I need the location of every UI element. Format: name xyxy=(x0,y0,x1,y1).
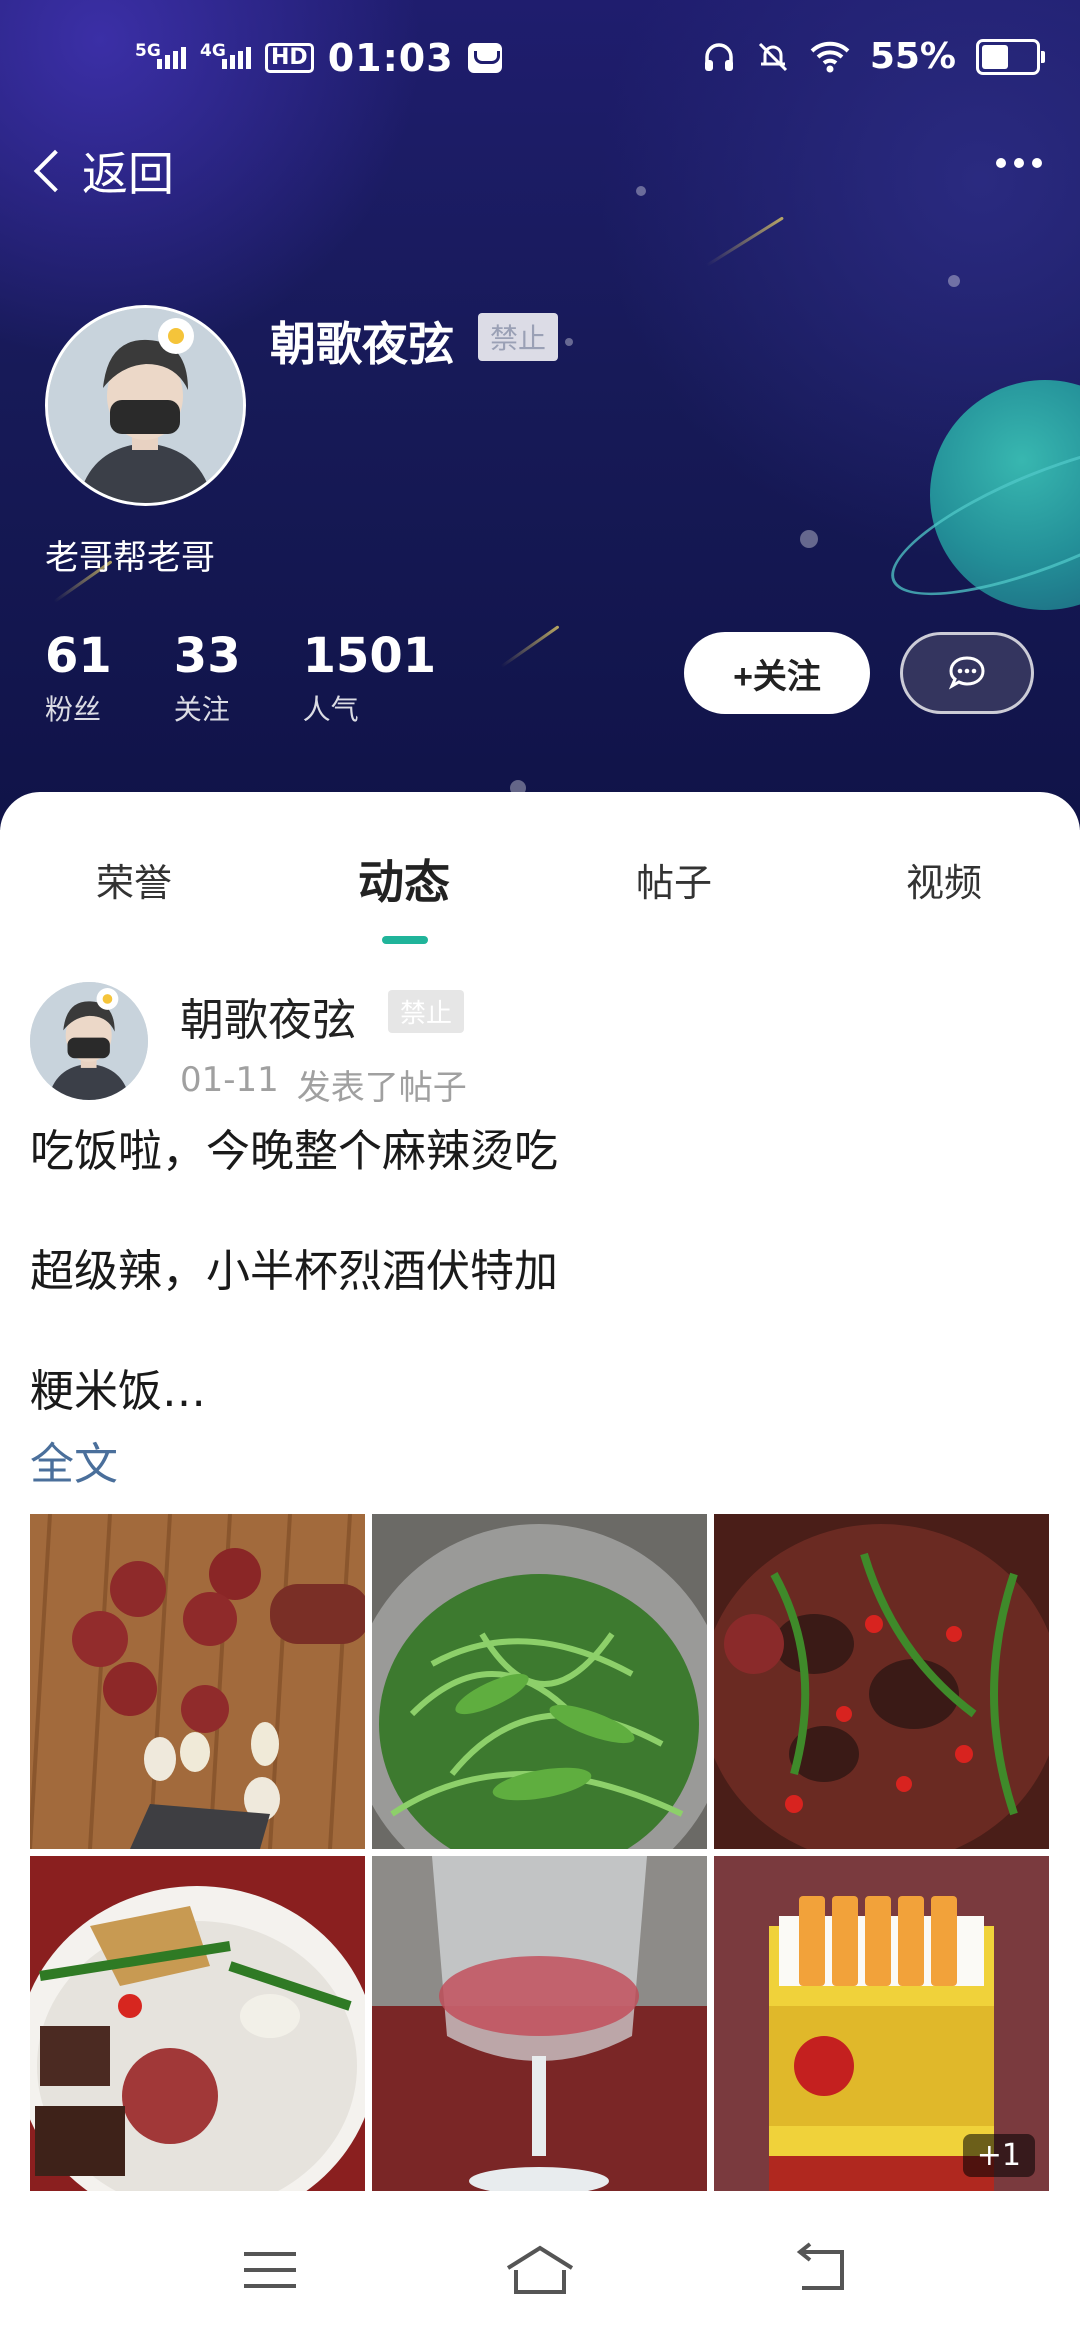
photo-wine-glass xyxy=(372,1856,707,2191)
chat-bubble-icon xyxy=(948,656,985,690)
battery-icon xyxy=(976,38,1045,75)
profile-stats: 61 粉丝 33 关注 1501 人气 xyxy=(45,628,498,728)
home-icon[interactable] xyxy=(500,2240,580,2300)
network-type-label: 5G xyxy=(135,41,161,61)
shooting-star xyxy=(706,216,784,267)
active-tab-indicator xyxy=(382,936,428,944)
post-body[interactable]: 吃饭啦，今晚整个麻辣烫吃 超级辣，小半杯烈酒伏特加 粳米饭… xyxy=(30,1122,1050,1422)
star-decoration xyxy=(565,338,573,346)
more-images-badge: +1 xyxy=(962,2134,1035,2177)
photo-green-vegetables xyxy=(372,1514,707,1849)
menu-icon[interactable] xyxy=(230,2240,310,2300)
hd-voice-icon: HD xyxy=(265,43,314,73)
post-image-greens[interactable] xyxy=(372,1514,707,1849)
ban-status-badge: 禁止 xyxy=(478,313,559,361)
post-image-grid: +1 xyxy=(30,1514,1050,2191)
stat-value: 1501 xyxy=(302,628,437,684)
mute-bell-icon xyxy=(758,42,787,71)
photo-rice-meal xyxy=(30,1856,365,2191)
post-image-hotpot[interactable] xyxy=(714,1514,1049,1849)
wifi-icon xyxy=(810,41,850,72)
post-action: 发表了帖子 xyxy=(296,1068,467,1108)
post-line: 吃饭啦，今晚整个麻辣烫吃 xyxy=(30,1126,558,1177)
system-nav-bar xyxy=(0,2200,1080,2340)
profile-avatar[interactable] xyxy=(45,305,246,506)
notification-app-icon xyxy=(467,43,502,73)
status-time: 01:03 xyxy=(327,36,454,80)
battery-fill xyxy=(982,44,1008,69)
signal-5g-icon: 5G xyxy=(135,41,186,69)
back-button[interactable]: 返回 xyxy=(28,138,174,204)
stat-value: 33 xyxy=(173,628,241,684)
tab-honors[interactable]: 荣誉 xyxy=(96,852,172,907)
message-button[interactable] xyxy=(900,632,1034,714)
post-meta: 01-11 发表了帖子 xyxy=(180,1060,467,1109)
post-author-name[interactable]: 朝歌夜弦 xyxy=(180,984,356,1048)
status-bar: 5G 4G HD 01:03 55% xyxy=(0,0,1080,120)
signal-4g-icon: 4G xyxy=(200,41,251,69)
stat-popularity: 1501 人气 xyxy=(303,628,437,728)
star-decoration xyxy=(636,186,646,196)
avatar-image xyxy=(48,308,243,503)
tab-videos[interactable]: 视频 xyxy=(906,852,982,907)
post-image-cigarettes[interactable]: +1 xyxy=(714,1856,1049,2191)
headphones-icon xyxy=(704,42,733,71)
stat-following[interactable]: 33 关注 xyxy=(174,628,241,728)
battery-percent: 55% xyxy=(869,36,956,77)
stat-label: 关注 xyxy=(173,693,230,726)
tab-posts[interactable]: 帖子 xyxy=(636,852,712,907)
content-card: 荣誉 动态 帖子 视频 朝歌夜弦 禁止 01-11 发表了帖子 吃饭啦，今晚整个… xyxy=(0,792,1080,2340)
star-decoration xyxy=(948,275,960,287)
network-type-label: 4G xyxy=(200,41,226,61)
post-author-badge: 禁止 xyxy=(388,990,465,1033)
photo-spicy-dish xyxy=(714,1514,1049,1849)
profile-name: 朝歌夜弦 xyxy=(270,317,454,371)
stat-value: 61 xyxy=(45,628,112,684)
profile-tabs: 荣誉 动态 帖子 视频 xyxy=(0,852,1080,942)
more-options-button[interactable] xyxy=(988,150,1050,176)
full-text-link[interactable]: 全文 xyxy=(30,1428,118,1492)
post-line: 粳米饭… xyxy=(30,1366,206,1417)
back-label: 返回 xyxy=(82,147,174,201)
back-chevron-icon xyxy=(33,149,77,193)
avatar-image xyxy=(30,982,148,1100)
stat-label: 人气 xyxy=(302,693,359,726)
stat-fans[interactable]: 61 粉丝 xyxy=(45,628,112,728)
post-line: 超级辣，小半杯烈酒伏特加 xyxy=(30,1246,558,1297)
post-author-avatar[interactable] xyxy=(30,982,148,1100)
post-image-wine-glass[interactable] xyxy=(372,1856,707,2191)
stat-label: 粉丝 xyxy=(45,693,102,726)
tab-activity[interactable]: 动态 xyxy=(358,846,450,912)
back-icon[interactable] xyxy=(780,2240,860,2300)
star-decoration xyxy=(800,530,818,548)
profile-bio: 老哥帮老哥 xyxy=(45,538,215,578)
post-image-sausage[interactable] xyxy=(30,1514,365,1849)
follow-button[interactable]: +关注 xyxy=(684,632,870,714)
photo-sausage-garlic xyxy=(30,1514,365,1849)
post-date: 01-11 xyxy=(180,1060,279,1100)
shooting-star xyxy=(500,625,560,668)
post-image-rice-plate[interactable] xyxy=(30,1856,365,2191)
more-dots-icon xyxy=(996,158,1006,168)
